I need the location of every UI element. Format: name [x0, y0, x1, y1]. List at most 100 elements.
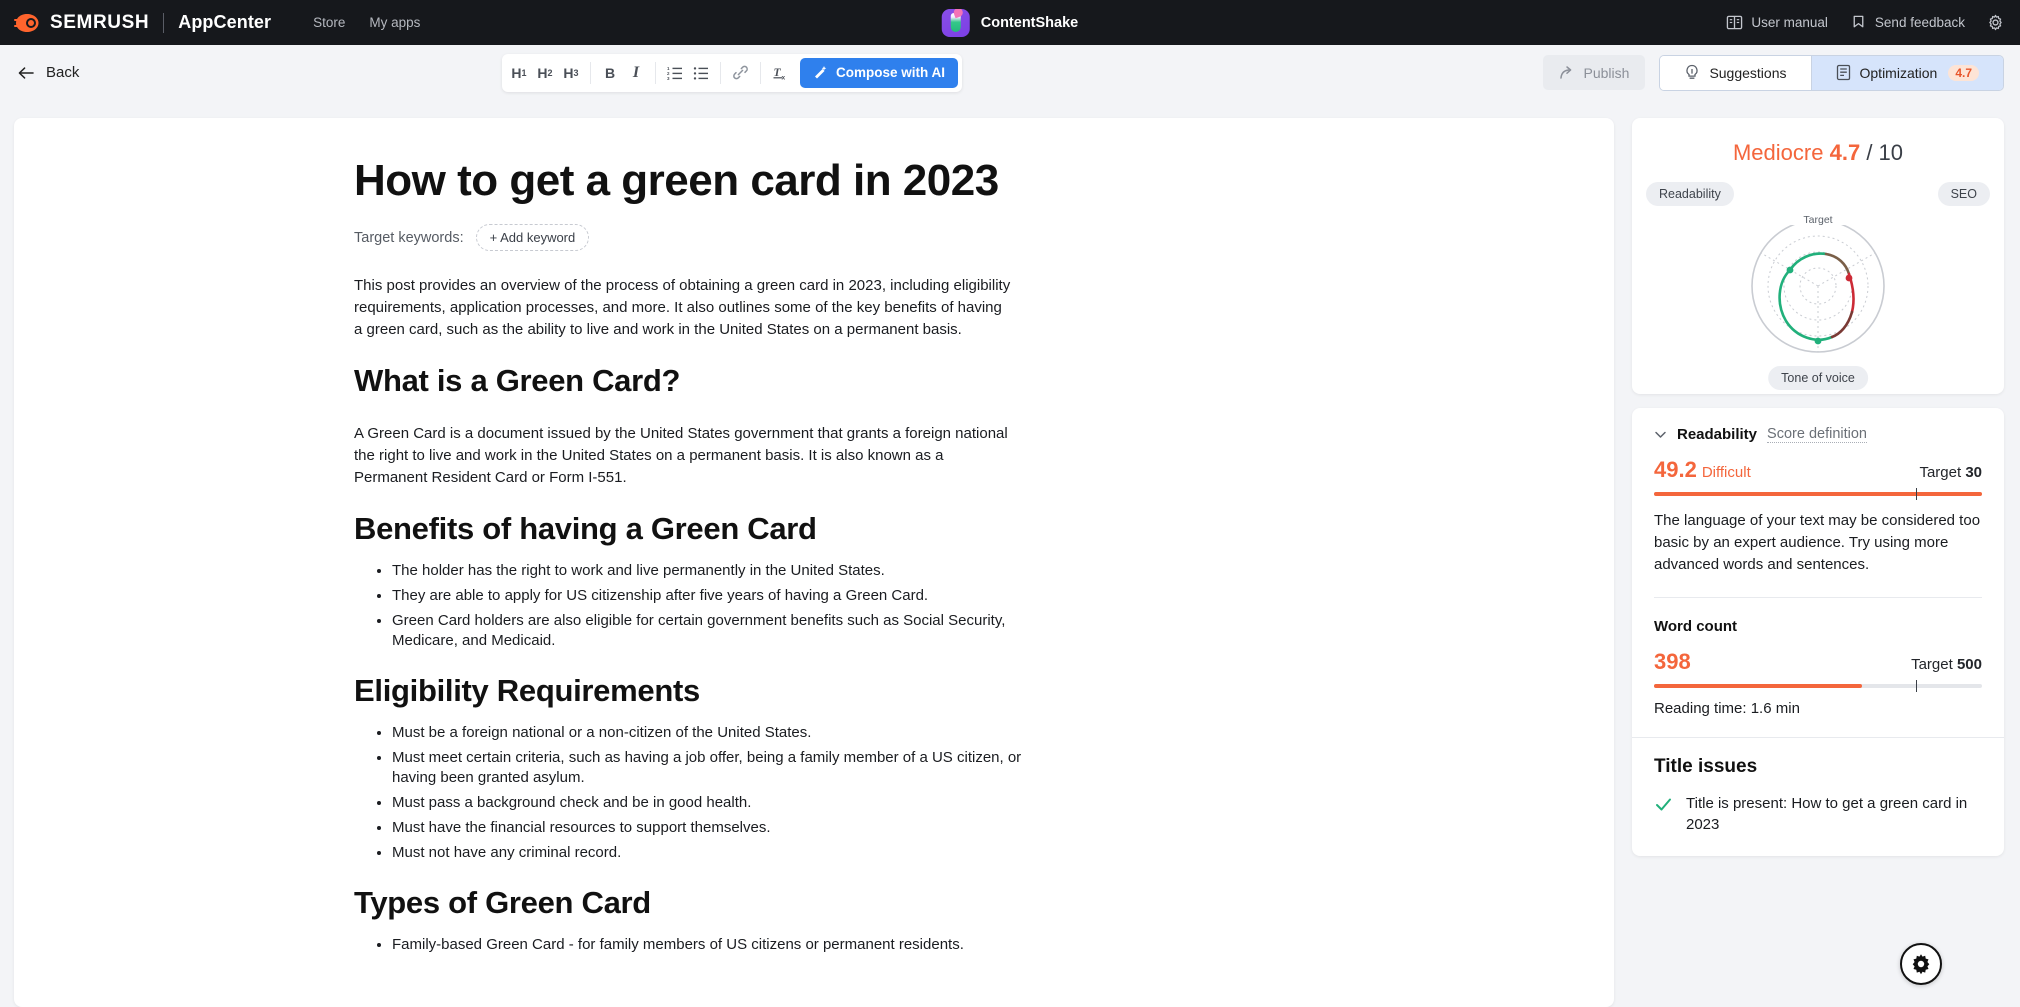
ordered-list-button[interactable]: 1 2 3 [662, 59, 688, 87]
readability-title: Readability [1677, 426, 1758, 443]
tab-optimization[interactable]: Optimization 4.7 [1811, 55, 2003, 90]
gear-icon [1912, 954, 1930, 975]
link-icon [733, 65, 748, 80]
heading-types[interactable]: Types of Green Card [354, 885, 1554, 921]
pill-readability[interactable]: Readability [1646, 182, 1734, 206]
heading-what-is-green-card[interactable]: What is a Green Card? [354, 363, 1554, 399]
score-radar-chart: Readability SEO Tone of voice Target [1632, 170, 2004, 394]
heading-2-button[interactable]: H2 [532, 59, 558, 87]
score-definition-link[interactable]: Score definition [1767, 426, 1867, 443]
section-divider [1654, 597, 1982, 599]
intro-paragraph[interactable]: This post provides an overview of the pr… [354, 275, 1014, 341]
svg-text:x: x [782, 75, 786, 82]
list-item[interactable]: The holder has the right to work and liv… [392, 561, 1034, 581]
lightbulb-icon [1686, 64, 1699, 79]
readability-target-value: 30 [1965, 464, 1982, 481]
add-keyword-button[interactable]: + Add keyword [475, 224, 590, 251]
italic-button[interactable]: I [623, 59, 649, 87]
readability-section: Readability Score definition 49.2 Difficu… [1632, 408, 2004, 737]
benefits-list: The holder has the right to work and liv… [354, 561, 1034, 651]
eligibility-list: Must be a foreign national or a non-citi… [354, 723, 1034, 863]
chevron-down-icon[interactable] [1654, 428, 1667, 441]
gear-icon [1989, 14, 2002, 31]
publish-button[interactable]: Publish [1542, 55, 1646, 90]
word-count-value: 398 [1654, 649, 1691, 675]
heading-3-button[interactable]: H3 [558, 59, 584, 87]
pill-seo[interactable]: SEO [1937, 182, 1990, 206]
clear-formatting-button[interactable]: T x [767, 59, 794, 87]
word-count-progress-bar [1654, 680, 1982, 693]
list-item[interactable]: Green Card holders are also eligible for… [392, 611, 1034, 651]
tab-suggestions[interactable]: Suggestions [1660, 55, 1811, 90]
readability-target-prefix: Target [1919, 464, 1962, 481]
tab-suggestions-label: Suggestions [1709, 64, 1787, 81]
title-issue-item[interactable]: Title is present: How to get a green car… [1654, 794, 1982, 835]
bullet-list-button[interactable] [688, 59, 714, 87]
list-item[interactable]: They are able to apply for US citizenshi… [392, 586, 1034, 606]
send-feedback-button[interactable]: Send feedback [1850, 14, 1965, 31]
book-icon [1727, 15, 1743, 30]
radar-point-readability [1786, 266, 1794, 274]
semrush-logo-icon [14, 13, 40, 33]
readability-metric-row: 49.2 Difficult Target 30 [1654, 457, 1982, 483]
toolbar-divider [720, 61, 721, 84]
word-count-title: Word count [1654, 618, 1738, 636]
nav-link-store[interactable]: Store [313, 15, 345, 30]
back-button[interactable]: Back [18, 64, 79, 81]
document-editor-card[interactable]: How to get a green card in 2023 Target k… [14, 118, 1614, 1007]
brand-divider [163, 12, 165, 33]
list-item[interactable]: Must be a foreign national or a non-citi… [392, 723, 1034, 743]
word-count-metric-row: 398 Target 500 [1654, 649, 1982, 675]
editor-toolbar: Back H1 H2 H3 B I 1 2 3 T x Compose with… [0, 45, 2020, 100]
floating-settings-cursor[interactable] [1900, 943, 1942, 985]
top-nav-right-actions: User manual Send feedback [1726, 14, 2020, 31]
readability-target: Target 30 [1919, 464, 1982, 481]
settings-button[interactable] [1987, 14, 2004, 31]
toolbar-divider [590, 61, 591, 84]
radar-target-label: Target [1803, 214, 1832, 226]
svg-text:3: 3 [667, 76, 670, 81]
readability-section-header[interactable]: Readability Score definition [1654, 426, 1982, 443]
send-feedback-label: Send feedback [1874, 15, 1965, 30]
readability-note: The language of your text may be conside… [1654, 512, 1981, 573]
document-title[interactable]: How to get a green card in 2023 [354, 156, 1554, 206]
title-issue-text: Title is present: How to get a green car… [1686, 795, 1968, 833]
insert-link-button[interactable] [727, 59, 754, 87]
types-list: Family-based Green Card - for family mem… [354, 935, 1034, 955]
semrush-wordmark: SEMRUSH [50, 11, 150, 33]
appcenter-label[interactable]: AppCenter [178, 12, 271, 33]
list-item[interactable]: Must have the financial resources to sup… [392, 818, 1034, 838]
brand-group[interactable]: SEMRUSH AppCenter [0, 12, 271, 34]
tab-optimization-label: Optimization [1859, 64, 1938, 81]
style-tool-group: B I [597, 59, 649, 87]
compose-with-ai-button[interactable]: Compose with AI [800, 57, 959, 88]
primary-nav-links: Store My apps [313, 15, 420, 30]
heading-eligibility[interactable]: Eligibility Requirements [354, 673, 1554, 709]
title-issues-heading: Title issues [1654, 756, 1758, 778]
paragraph-what-is-green-card[interactable]: A Green Card is a document issued by the… [354, 423, 1014, 489]
score-word: Mediocre [1732, 140, 1824, 165]
list-item[interactable]: Family-based Green Card - for family mem… [392, 935, 1034, 955]
current-app-title: ContentShake [941, 8, 1078, 37]
list-item[interactable]: Must pass a background check and be in g… [392, 793, 1034, 813]
nav-link-my-apps[interactable]: My apps [369, 15, 420, 30]
toolbar-divider [760, 61, 761, 84]
title-issues-section: Title issues Title is present: How to ge… [1632, 738, 2004, 855]
user-manual-button[interactable]: User manual [1726, 14, 1828, 31]
score-out-of: / 10 [1866, 140, 1904, 165]
heading-1-button[interactable]: H1 [506, 59, 532, 87]
score-card: Mediocre 4.7 / 10 Readability SEO Tone o… [1632, 118, 2004, 394]
bold-button[interactable]: B [597, 59, 623, 87]
toolbar-right-actions: Publish Suggestions Optimization 4.7 [1542, 54, 2004, 91]
readability-value: 49.2 [1654, 457, 1697, 482]
heading-benefits[interactable]: Benefits of having a Green Card [354, 511, 1554, 547]
magic-wand-icon [815, 66, 827, 79]
clear-format-icon: T x [773, 67, 786, 82]
radar-point-tone [1814, 337, 1822, 345]
word-count-target-prefix: Target [1911, 656, 1953, 674]
list-item[interactable]: Must meet certain criteria, such as havi… [392, 748, 1034, 788]
list-item[interactable]: Must not have any criminal record. [392, 843, 1034, 863]
list-tool-group: 1 2 3 [662, 59, 714, 87]
share-arrow-icon [1559, 65, 1571, 79]
word-count-target: Target 500 [1911, 656, 1982, 673]
